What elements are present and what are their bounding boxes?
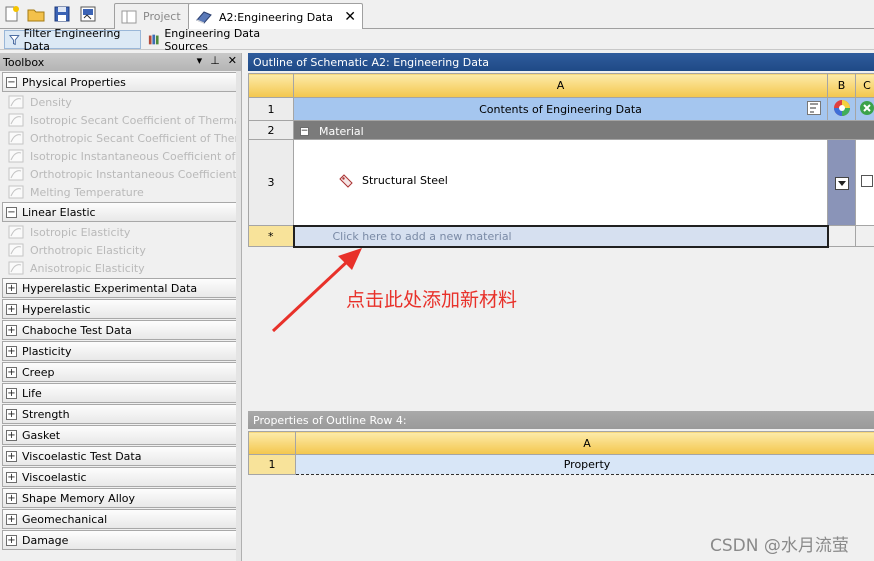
corner-cell[interactable] xyxy=(248,431,296,455)
column-header-a[interactable]: A xyxy=(295,431,874,455)
properties-header-row: A xyxy=(248,431,874,455)
table-row[interactable]: 1 Property xyxy=(248,454,874,475)
watermark-text: CSDN @水月流萤 xyxy=(710,536,849,556)
property-cell[interactable]: Property xyxy=(295,454,874,475)
row-number[interactable]: 1 xyxy=(248,454,296,475)
properties-title: Properties of Outline Row 4: xyxy=(253,413,407,427)
properties-title-bar: Properties of Outline Row 4: xyxy=(248,411,874,429)
annotation-text: 点击此处添加新材料 xyxy=(346,289,518,311)
properties-table: A 1 Property xyxy=(248,431,874,475)
